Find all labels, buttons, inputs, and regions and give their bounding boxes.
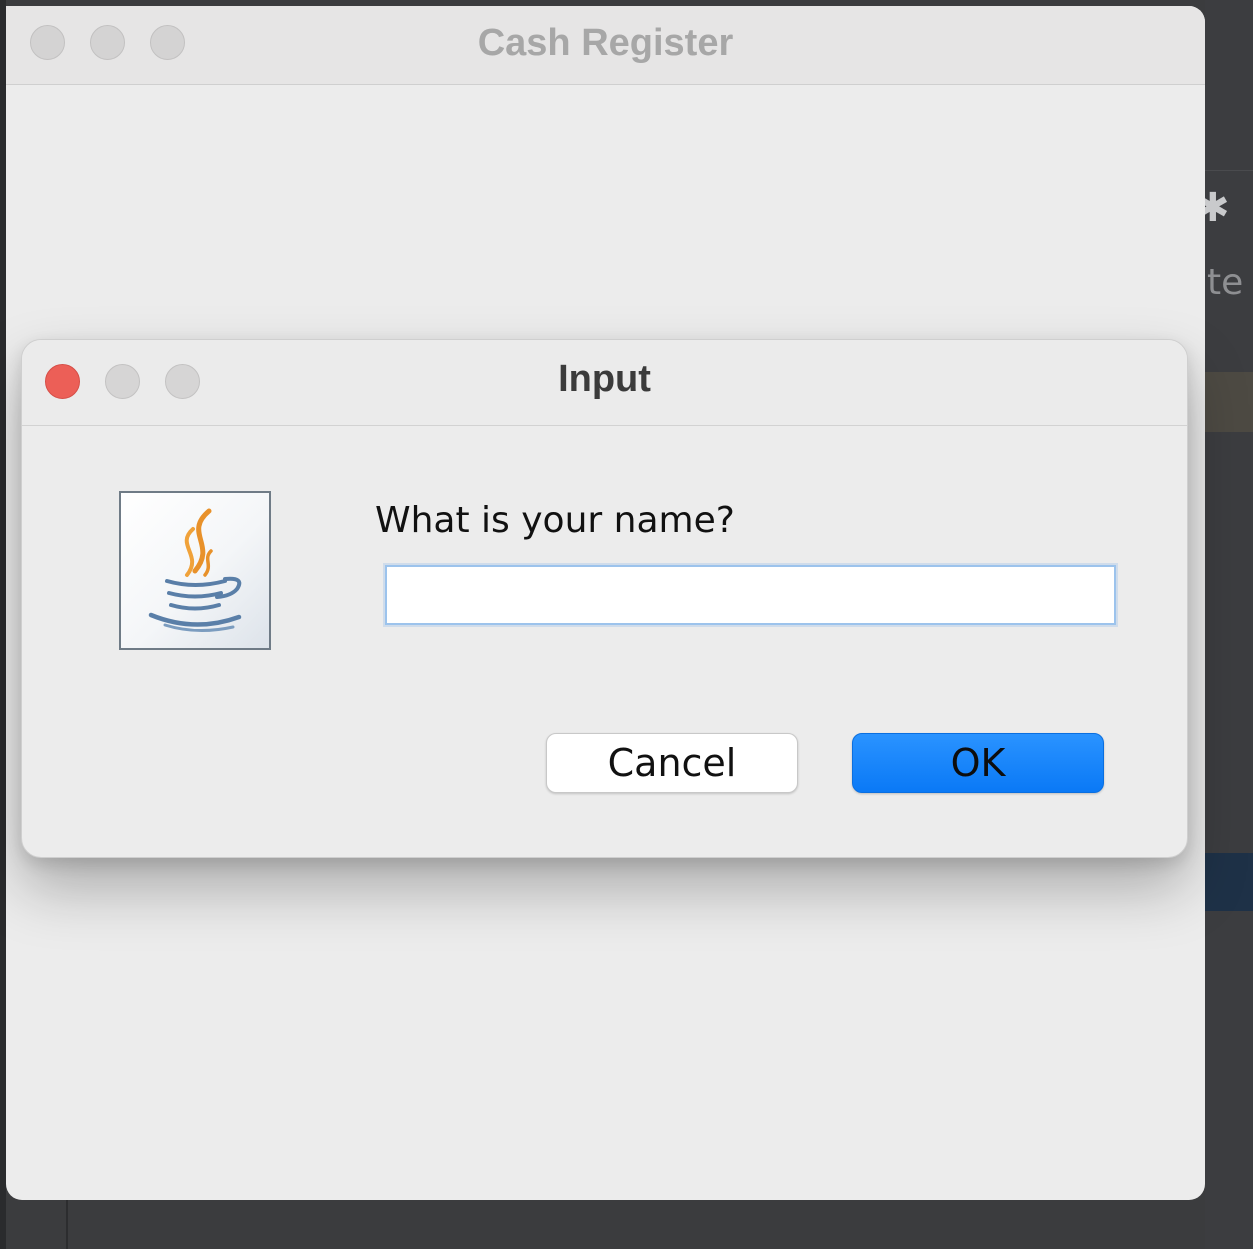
background-panel-divider bbox=[1205, 170, 1253, 171]
background-highlight-row bbox=[1205, 372, 1253, 432]
ok-button[interactable]: OK bbox=[852, 733, 1104, 793]
java-coffee-cup-icon bbox=[119, 491, 271, 650]
name-input[interactable] bbox=[385, 565, 1116, 625]
desktop-divider bbox=[66, 1200, 68, 1249]
dialog-titlebar[interactable]: Input bbox=[22, 340, 1187, 426]
background-partial-label: ite bbox=[1197, 262, 1244, 303]
prompt-label: What is your name? bbox=[375, 500, 735, 541]
cancel-button[interactable]: Cancel bbox=[546, 733, 798, 793]
dialog-title: Input bbox=[558, 358, 651, 400]
main-window-title: Cash Register bbox=[477, 22, 734, 64]
background-selected-row bbox=[1205, 853, 1253, 911]
main-window-titlebar[interactable]: Cash Register bbox=[6, 6, 1205, 85]
input-dialog: Input What is your name? Cancel OK bbox=[21, 339, 1188, 858]
